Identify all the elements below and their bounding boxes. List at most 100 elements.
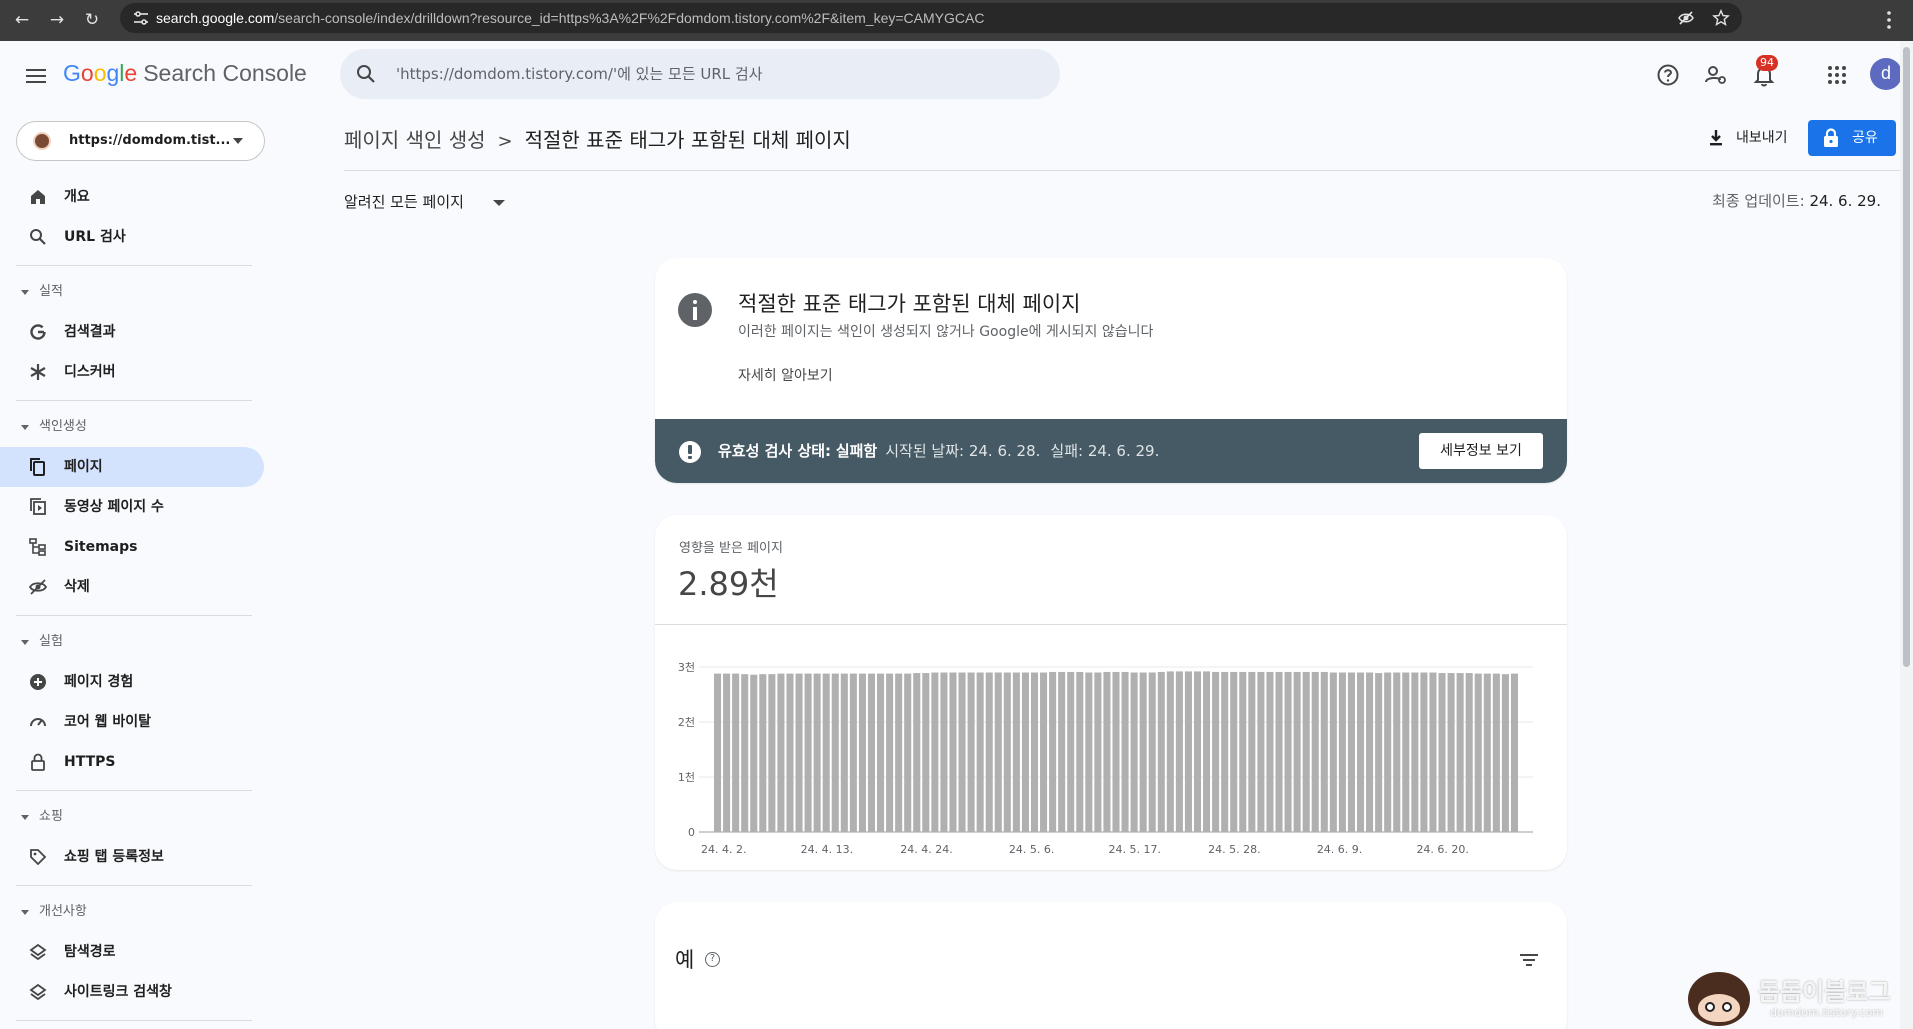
sidebar-item-url-inspection[interactable]: URL 검사 xyxy=(0,217,264,257)
chart-bar[interactable] xyxy=(1121,671,1129,832)
filter-list-icon[interactable] xyxy=(1517,948,1541,972)
forward-icon[interactable]: → xyxy=(45,8,69,32)
chart-bar[interactable] xyxy=(750,674,758,832)
chart-bar[interactable] xyxy=(1338,672,1346,833)
chart-bar[interactable] xyxy=(1483,673,1491,832)
chart-bar[interactable] xyxy=(1284,671,1292,832)
sidebar-item-page-experience[interactable]: 페이지 경험 xyxy=(0,662,264,702)
chart-bar[interactable] xyxy=(1021,672,1029,833)
section-enhancements-toggle[interactable]: 개선사항 xyxy=(0,897,260,927)
chart-bar[interactable] xyxy=(1130,672,1138,833)
chart-bar[interactable] xyxy=(1293,671,1301,832)
sidebar-item-shopping-tab[interactable]: 쇼핑 탭 등록정보 xyxy=(0,837,264,877)
chart-bar[interactable] xyxy=(949,672,957,833)
help-icon[interactable]: ? xyxy=(705,952,720,967)
chart-bar[interactable] xyxy=(768,674,776,832)
chart-bar[interactable] xyxy=(1393,672,1401,833)
chart-bar[interactable] xyxy=(1166,671,1174,832)
chart-bar[interactable] xyxy=(831,673,839,832)
chart-bar[interactable] xyxy=(877,673,885,832)
sidebar-item-sitemaps[interactable]: Sitemaps xyxy=(0,527,264,567)
chart-bar[interactable] xyxy=(994,672,1002,833)
chart-bar[interactable] xyxy=(1157,671,1165,832)
chart-bar[interactable] xyxy=(1411,672,1419,833)
chart-bar[interactable] xyxy=(985,672,993,833)
chart-bar[interactable] xyxy=(1248,671,1256,832)
chart-bar[interactable] xyxy=(1329,672,1337,833)
breadcrumb-parent-link[interactable]: 페이지 색인 생성 xyxy=(344,128,486,152)
page-scrollbar[interactable] xyxy=(1900,41,1913,1029)
chart-bar[interactable] xyxy=(1384,672,1392,833)
manage-users-icon[interactable] xyxy=(1701,60,1731,90)
chart-bar[interactable] xyxy=(895,673,903,832)
chart-bar[interactable] xyxy=(1438,673,1446,832)
chart-bar[interactable] xyxy=(1420,672,1428,833)
chart-bar[interactable] xyxy=(1429,672,1437,833)
bookmark-star-icon[interactable] xyxy=(1712,9,1730,27)
sidebar-item-video-pages[interactable]: 동영상 페이지 수 xyxy=(0,487,264,527)
chart-bar[interactable] xyxy=(1275,671,1283,832)
property-selector[interactable]: https://domdom.tist... xyxy=(16,121,265,161)
chart-bar[interactable] xyxy=(1221,671,1229,832)
chart-bar[interactable] xyxy=(1311,671,1319,832)
chart-bar[interactable] xyxy=(1067,671,1075,832)
chart-bar[interactable] xyxy=(1112,671,1120,832)
chart-bar[interactable] xyxy=(1356,672,1365,833)
url-inspection-search[interactable]: 'https://domdom.tistory.com/'에 있는 모든 URL… xyxy=(340,49,1060,99)
chart-bar[interactable] xyxy=(1347,672,1355,833)
export-button[interactable]: 내보내기 xyxy=(1702,120,1794,156)
chart-bar[interactable] xyxy=(1366,672,1374,833)
chart-bar[interactable] xyxy=(1492,673,1500,832)
back-icon[interactable]: ← xyxy=(10,8,34,32)
learn-more-link[interactable]: 자세히 알아보기 xyxy=(738,365,833,385)
search-console-logo[interactable]: Google Search Console xyxy=(63,60,307,87)
sidebar-item-sitelinks-searchbox[interactable]: 사이트링크 검색창 xyxy=(0,972,264,1012)
chart-bar[interactable] xyxy=(1212,671,1220,832)
reload-icon[interactable]: ↻ xyxy=(80,8,104,32)
chart-bar[interactable] xyxy=(1266,671,1274,832)
chart-bar[interactable] xyxy=(1085,672,1093,833)
chart-bar[interactable] xyxy=(1148,672,1156,833)
share-button[interactable]: 공유 xyxy=(1808,120,1896,156)
chart-bar[interactable] xyxy=(1030,672,1039,833)
chart-bar[interactable] xyxy=(967,672,975,833)
chart-bar[interactable] xyxy=(1175,671,1183,832)
section-experience-toggle[interactable]: 실험 xyxy=(0,627,260,657)
sidebar-item-core-web-vitals[interactable]: 코어 웹 바이탈 xyxy=(0,702,264,742)
chart-bar[interactable] xyxy=(1474,673,1482,832)
chart-bar[interactable] xyxy=(1257,671,1265,832)
page-filter-dropdown[interactable]: 알려진 모든 페이지 xyxy=(344,186,514,218)
section-performance-toggle[interactable]: 실적 xyxy=(0,277,260,307)
chart-bar[interactable] xyxy=(1501,674,1509,832)
help-icon[interactable] xyxy=(1653,60,1683,90)
chart-bar[interactable] xyxy=(958,672,966,833)
account-avatar[interactable]: d xyxy=(1870,58,1902,90)
chart-bar[interactable] xyxy=(1239,671,1247,832)
affected-pages-bar-chart[interactable]: 0 1천 2천 3천 24. 4. 2. 24. 4. 13. 24. 4. 24. 24. … xyxy=(655,625,1567,870)
chart-bar[interactable] xyxy=(1040,672,1048,833)
chart-bar[interactable] xyxy=(931,672,939,833)
chart-bar[interactable] xyxy=(1375,673,1383,832)
chart-bar[interactable] xyxy=(1447,673,1455,832)
chart-bar[interactable] xyxy=(1456,673,1464,832)
chart-bar[interactable] xyxy=(976,672,984,833)
chart-bar[interactable] xyxy=(849,673,857,832)
url-text[interactable]: search.google.com/search-console/index/d… xyxy=(156,3,984,33)
chart-bar[interactable] xyxy=(913,673,921,832)
chart-bar[interactable] xyxy=(922,673,930,832)
chart-bar[interactable] xyxy=(777,673,785,832)
chart-bar[interactable] xyxy=(1320,671,1328,832)
chart-bar[interactable] xyxy=(804,673,812,832)
browser-menu-icon[interactable] xyxy=(1877,8,1901,32)
chart-bar[interactable] xyxy=(858,673,866,832)
sidebar-item-overview[interactable]: 개요 xyxy=(0,177,264,217)
chart-bar[interactable] xyxy=(1230,671,1238,832)
site-info-icon[interactable] xyxy=(132,9,150,27)
scrollbar-thumb[interactable] xyxy=(1903,47,1910,667)
see-details-button[interactable]: 세부정보 보기 xyxy=(1419,433,1543,469)
apps-grid-icon[interactable] xyxy=(1822,60,1852,90)
sidebar-item-search-results[interactable]: 검색결과 xyxy=(0,312,264,352)
chart-bar[interactable] xyxy=(1139,672,1147,833)
chart-bar[interactable] xyxy=(1193,671,1202,832)
chart-bar[interactable] xyxy=(1012,672,1020,833)
